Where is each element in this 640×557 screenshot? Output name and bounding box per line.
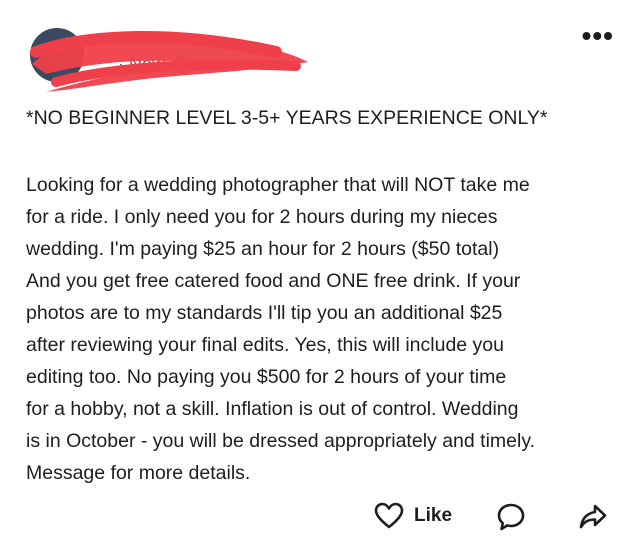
share-arrow-icon <box>578 502 608 532</box>
post-headline: *NO BEGINNER LEVEL 3-5+ YEARS EXPERIENCE… <box>26 107 548 129</box>
post-line: photos are to my standards I'll tip you … <box>26 302 503 324</box>
more-options-icon: ••• <box>581 20 614 51</box>
post-line: wedding. I'm paying $25 an hour for 2 ho… <box>26 238 500 260</box>
more-options-button[interactable]: ••• <box>582 22 614 50</box>
post-header: · Now <box>26 22 586 92</box>
post-card: · Now ••• *NO BEGINNER LEVEL 3-5+ YEARS … <box>0 0 640 557</box>
post-meta: · Now <box>118 54 191 75</box>
action-bar: Like <box>0 498 640 538</box>
comment-bubble-icon <box>496 502 526 532</box>
share-button[interactable] <box>578 502 608 532</box>
post-line: editing too. No paying you $500 for 2 ho… <box>26 366 507 388</box>
globe-icon <box>171 55 191 75</box>
post-line: Looking for a wedding photographer that … <box>26 174 530 196</box>
avatar[interactable] <box>30 28 84 82</box>
post-line: for a hobby, not a skill. Inflation is o… <box>26 398 519 420</box>
post-line: is in October - you will be dressed appr… <box>26 430 536 452</box>
post-line: for a ride. I only need you for 2 hours … <box>26 206 498 228</box>
post-line: Message for more details. <box>26 462 251 484</box>
post-line: And you get free catered food and ONE fr… <box>26 270 521 292</box>
like-label: Like <box>414 505 453 526</box>
like-button[interactable]: Like <box>374 502 452 530</box>
heart-icon <box>374 502 404 530</box>
post-line: after reviewing your final edits. Yes, t… <box>26 334 504 356</box>
comment-button[interactable] <box>496 502 526 532</box>
post-body: Looking for a wedding photographer that … <box>26 169 622 489</box>
post-timestamp: · Now <box>118 54 166 74</box>
